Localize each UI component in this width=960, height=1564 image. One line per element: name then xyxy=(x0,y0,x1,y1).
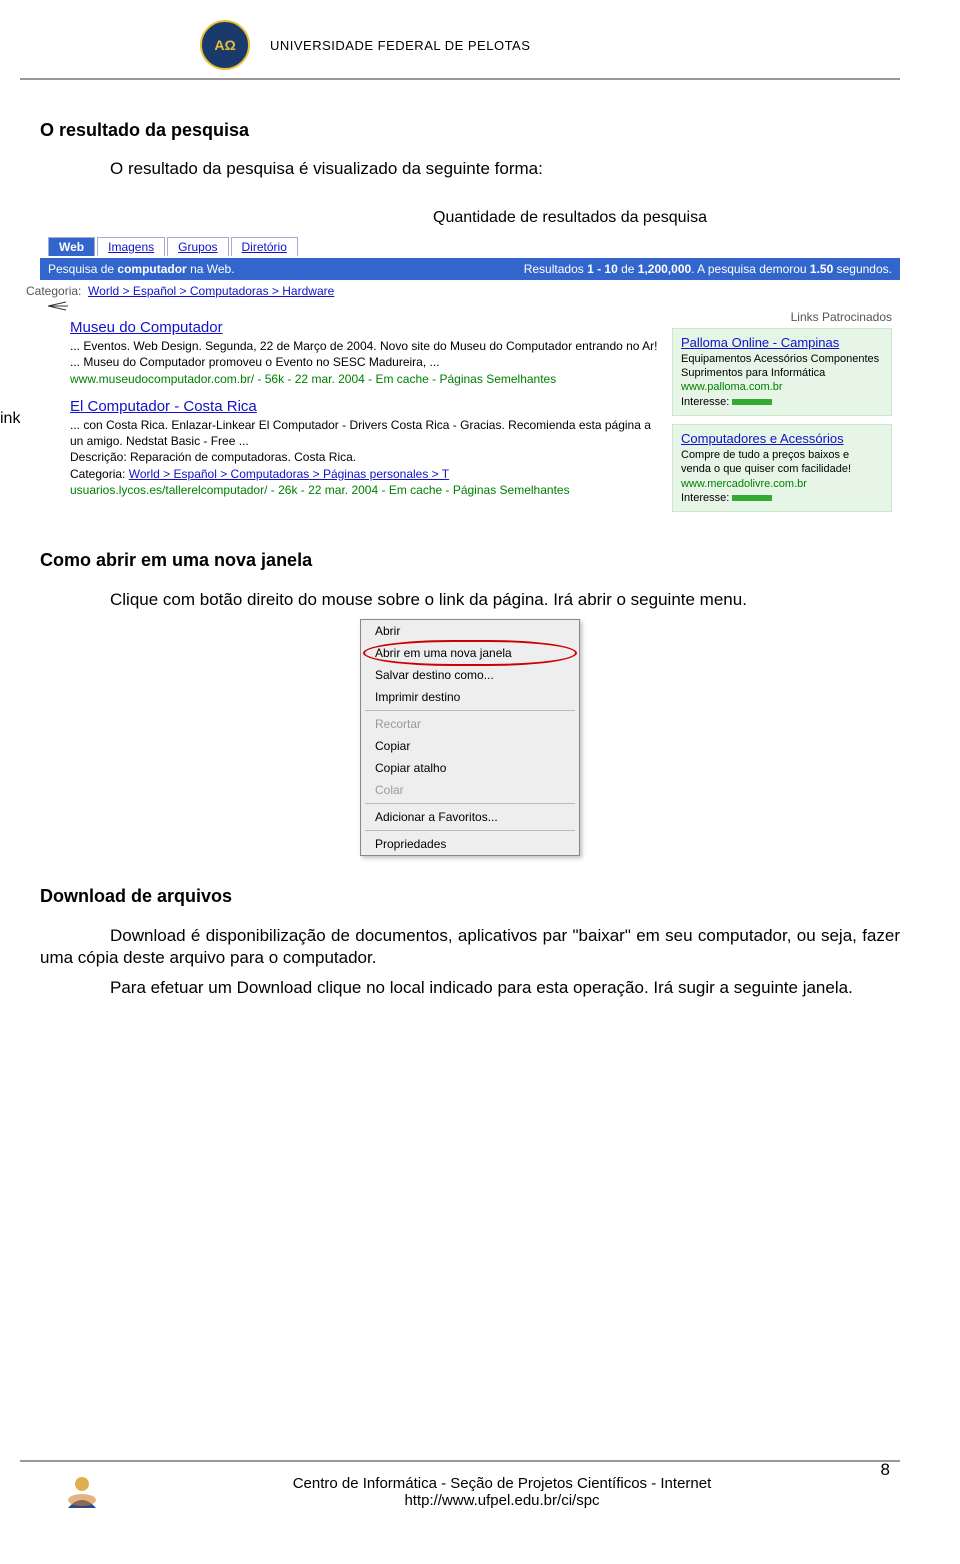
result-extra-desc: Descrição: Reparación de computadoras. C… xyxy=(70,449,660,465)
ctx-paste: Colar xyxy=(361,779,579,801)
tab-directory[interactable]: Diretório xyxy=(231,237,298,256)
section2-para: Clique com botão direito do mouse sobre … xyxy=(40,589,900,611)
ctx-save-target[interactable]: Salvar destino como... xyxy=(361,664,579,686)
footer-logo-icon xyxy=(60,1470,104,1514)
result-extra-cat: Categoria: World > Español > Computadora… xyxy=(70,466,660,482)
bar-r1: Resultados xyxy=(524,262,587,276)
page-header: AΩ UNIVERSIDADE FEDERAL DE PELOTAS xyxy=(0,0,900,78)
sponsor-title-link[interactable]: Palloma Online - Campinas xyxy=(681,335,839,350)
interest-bar-icon xyxy=(732,495,772,501)
result-title-link[interactable]: Museu do Computador xyxy=(70,319,223,336)
sponsor-interest-label: Interesse: xyxy=(681,492,729,504)
footer-line1: Centro de Informática - Seção de Projeto… xyxy=(104,1475,900,1492)
sponsor-url: www.palloma.com.br xyxy=(681,380,883,394)
ctx-open[interactable]: Abrir xyxy=(361,620,579,642)
serp-count-text: Resultados 1 - 10 de 1,200,000. A pesqui… xyxy=(524,262,892,276)
tab-groups[interactable]: Grupos xyxy=(167,237,228,256)
sponsor-line: venda o que quiser com facilidade! xyxy=(681,462,883,476)
interest-bar-icon xyxy=(732,399,772,405)
bar-ts: segundos. xyxy=(833,262,892,276)
sponsor-url: www.mercadolivre.com.br xyxy=(681,477,883,491)
result-description: ... Eventos. Web Design. Segunda, 22 de … xyxy=(70,338,660,370)
result-meta: www.museudocomputador.com.br/ - 56k - 22… xyxy=(70,371,660,387)
bar-of: de xyxy=(618,262,638,276)
page-number: 8 xyxy=(881,1460,890,1480)
r2-catlabel: Categoria: xyxy=(70,467,125,481)
serp-category: Categoria: World > Español > Computadora… xyxy=(18,284,900,298)
ctx-copy[interactable]: Copiar xyxy=(361,735,579,757)
ctx-open-new-window[interactable]: Abrir em uma nova janela xyxy=(361,642,579,664)
callout-quantity: Quantidade de resultados da pesquisa xyxy=(240,209,900,227)
result-description: ... con Costa Rica. Enlazar-Linkear El C… xyxy=(70,417,660,449)
side-label-link: ink xyxy=(0,410,20,428)
arrow-icon xyxy=(48,299,68,313)
section3-para2: Para efetuar um Download clique no local… xyxy=(40,977,900,999)
ctx-separator xyxy=(365,710,575,711)
ctx-print-target[interactable]: Imprimir destino xyxy=(361,686,579,708)
section-heading-download: Download de arquivos xyxy=(40,886,900,907)
sponsor-box-1: Palloma Online - Campinas Equipamentos A… xyxy=(672,328,892,416)
bar-range: 1 - 10 xyxy=(587,262,618,276)
bar-left-suffix: na Web. xyxy=(187,262,235,276)
ctx-add-favorites[interactable]: Adicionar a Favoritos... xyxy=(361,806,579,828)
ctx-copy-shortcut[interactable]: Copiar atalho xyxy=(361,757,579,779)
bar-total: 1,200,000 xyxy=(638,262,691,276)
ctx-cut: Recortar xyxy=(361,713,579,735)
bar-left-prefix: Pesquisa de xyxy=(48,262,117,276)
sponsor-interest: Interesse: xyxy=(681,395,883,409)
ctx-properties[interactable]: Propriedades xyxy=(361,833,579,855)
sponsored-heading: Links Patrocinados xyxy=(672,310,892,324)
serp-query-text: Pesquisa de computador na Web. xyxy=(48,262,235,276)
sponsor-line: Compre de tudo a preços baixos e xyxy=(681,448,883,462)
ctx-separator xyxy=(365,830,575,831)
bar-time: 1.50 xyxy=(810,262,833,276)
bar-query-term: computador xyxy=(117,262,186,276)
sponsor-interest: Interesse: xyxy=(681,491,883,505)
sponsor-box-2: Computadores e Acessórios Compre de tudo… xyxy=(672,424,892,512)
section-heading-result: O resultado da pesquisa xyxy=(40,120,900,141)
bar-tp: . A pesquisa demorou xyxy=(691,262,810,276)
sponsor-interest-label: Interesse: xyxy=(681,396,729,408)
ctx-separator xyxy=(365,803,575,804)
footer-url: http://www.ufpel.edu.br/ci/spc xyxy=(104,1492,900,1509)
section-intro: O resultado da pesquisa é visualizado da… xyxy=(110,159,900,179)
context-menu-screenshot: Abrir Abrir em uma nova janela Salvar de… xyxy=(360,619,580,856)
cat-label: Categoria: xyxy=(26,284,81,298)
tab-web[interactable]: Web xyxy=(48,237,95,256)
result-title-link[interactable]: El Computador - Costa Rica xyxy=(70,398,257,415)
serp-summary-bar: Pesquisa de computador na Web. Resultado… xyxy=(40,258,900,280)
section3-para1: Download é disponibilização de documento… xyxy=(40,925,900,969)
search-results-screenshot: Web Imagens Grupos Diretório Pesquisa de… xyxy=(40,235,900,530)
page-footer: 8 Centro de Informática - Seção de Proje… xyxy=(0,1460,900,1524)
university-logo: AΩ xyxy=(200,20,250,70)
search-result-2: El Computador - Costa Rica ... con Costa… xyxy=(70,397,660,498)
logo-text: AΩ xyxy=(214,37,235,53)
result-meta: usuarios.lycos.es/tallerelcomputador/ - … xyxy=(70,482,660,498)
serp-results-column: Museu do Computador ... Eventos. Web Des… xyxy=(70,310,660,520)
footer-rule xyxy=(20,1460,900,1462)
category-link[interactable]: World > Español > Computadoras > Hardwar… xyxy=(88,284,334,298)
sponsor-line: Equipamentos Acessórios Componentes xyxy=(681,352,883,366)
sponsor-line: Suprimentos para Informática xyxy=(681,366,883,380)
tab-images[interactable]: Imagens xyxy=(97,237,165,256)
sponsor-title-link[interactable]: Computadores e Acessórios xyxy=(681,431,844,446)
serp-tabs: Web Imagens Grupos Diretório xyxy=(40,235,900,258)
search-result-1: Museu do Computador ... Eventos. Web Des… xyxy=(70,318,660,387)
university-name: UNIVERSIDADE FEDERAL DE PELOTAS xyxy=(270,38,530,53)
r2-catlink[interactable]: World > Español > Computadoras > Páginas… xyxy=(129,467,449,481)
section-heading-new-window: Como abrir em uma nova janela xyxy=(40,550,900,571)
sponsored-column: Links Patrocinados Palloma Online - Camp… xyxy=(672,310,892,520)
